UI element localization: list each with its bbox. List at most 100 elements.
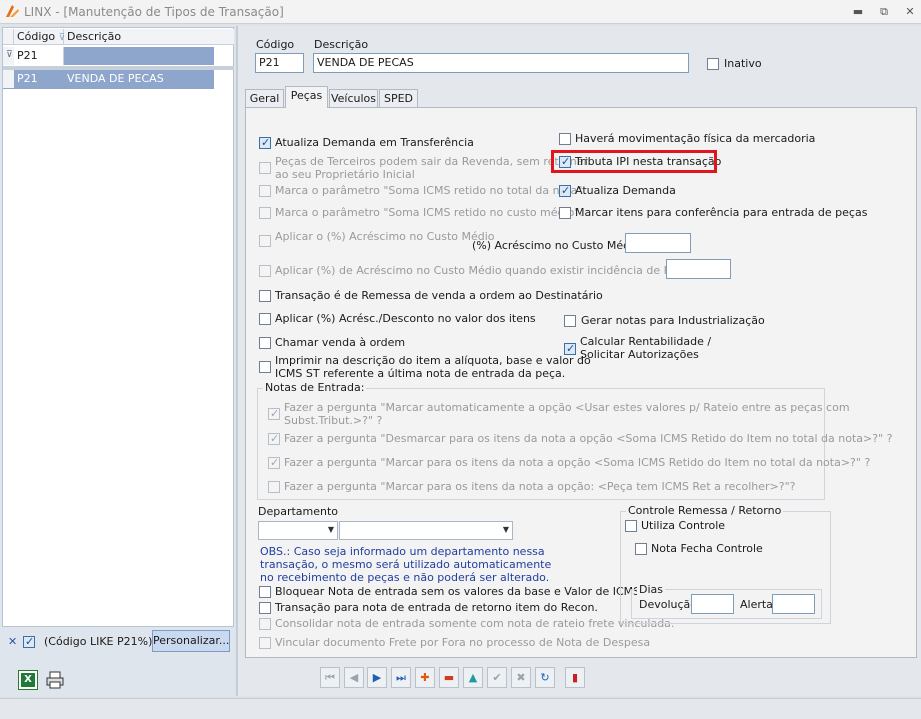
export-excel-button[interactable]: X [18,670,38,690]
notas-entrada-title: Notas de Entrada: [263,381,367,394]
calcular-rentabilidade-checkbox[interactable] [564,342,576,355]
vincular-frete-checkbox[interactable] [259,637,271,649]
chamar-venda-ordem-checkbox[interactable] [259,337,271,349]
acrescimo-pis-cofins-checkbox[interactable] [259,265,271,277]
highlight-box [551,150,717,173]
aplicar-acrescimo-checkbox[interactable] [259,235,271,247]
atualiza-demanda-label: Atualiza Demanda [575,184,676,197]
utiliza-controle-checkbox[interactable] [625,520,637,532]
gerar-industrializacao-checkbox[interactable] [564,315,576,327]
grid-header-codigo[interactable]: Código ⊽ [14,29,65,45]
alerta-input[interactable] [772,594,815,614]
filter-text[interactable]: (Código LIKE P21%) [44,635,152,648]
codigo-input[interactable]: P21 [255,53,304,73]
clear-filter-icon[interactable]: ✕ [8,635,17,648]
tab-veiculos[interactable]: Veículos [329,89,378,108]
dias-title: Dias [637,583,665,596]
next-record-button[interactable]: ▶ [367,667,387,688]
codigo-label: Código [256,38,295,51]
imprimir-aliquota-checkbox[interactable] [259,361,271,373]
acrescimo-custo-medio-input[interactable] [625,233,691,253]
soma-icms-custo-checkbox[interactable] [259,207,271,219]
marcar-conferencia-label: Marcar itens para conferência para entra… [575,206,868,219]
close-button[interactable]: ✕ [903,5,917,18]
customize-button[interactable]: Personalizar... [152,630,230,652]
exit-button[interactable]: ▮ [565,667,585,688]
marcar-conferencia-checkbox[interactable] [559,207,571,219]
movimentacao-fisica-label: Haverá movimentação física da mercadoria [575,132,816,145]
insert-button[interactable]: ✚ [415,667,435,688]
acrescimo-custo-medio-label: (%) Acréscimo no Custo Médio: [472,239,644,252]
remessa-venda-ordem-checkbox[interactable] [259,290,271,302]
filter-cell-codigo[interactable]: P21 [14,47,64,65]
refresh-icon: ↻ [540,671,550,684]
refresh-button[interactable]: ↻ [535,667,555,688]
aplicar-acrescimo-label: Aplicar o (%) Acréscimo no Custo Médio [275,230,495,243]
filter-row-icon: ⊽ [3,47,14,65]
pergunta-marcar-label: Fazer a pergunta "Marcar para os itens d… [284,456,871,469]
controle-remessa-title: Controle Remessa / Retorno [626,504,784,517]
first-record-button[interactable]: ⏮ [320,667,340,688]
acrescimo-pis-cofins-input[interactable] [666,259,731,279]
row-cell-codigo: P21 [17,72,38,85]
pergunta-rateio-checkbox[interactable] [268,407,280,420]
last-record-button[interactable]: ⏭ [391,667,411,688]
soma-icms-total-label: Marca o parâmetro "Soma ICMS retido no t… [275,184,586,197]
departamento-label: Departamento [258,505,339,518]
consolidar-nota-checkbox[interactable] [259,618,271,630]
atualiza-demanda-checkbox[interactable] [559,184,571,197]
calcular-rentabilidade-label-line2: Solicitar Autorizações [580,348,699,361]
inativo-checkbox[interactable] [707,58,719,70]
obs-line-3: no recebimento de peças e não poderá ser… [260,571,550,584]
cancel-button[interactable]: ✖ [511,667,531,688]
records-grid[interactable]: Código ⊽ Descrição ⊽ P21 P21 VENDA DE PE… [2,27,234,627]
tab-sped[interactable]: SPED [379,89,418,108]
edit-button[interactable]: ▲ [463,667,483,688]
departamento-code-combo[interactable]: ▼ [258,521,338,540]
soma-icms-total-checkbox[interactable] [259,185,271,197]
movimentacao-fisica-checkbox[interactable] [559,133,571,145]
excel-icon: X [21,673,35,687]
tab-geral[interactable]: Geral [245,89,284,108]
minimize-button[interactable]: ▬ [851,5,865,18]
pergunta-desmarcar-checkbox[interactable] [268,432,280,445]
bloquear-nota-checkbox[interactable] [259,586,271,598]
tab-pecas[interactable]: Peças [285,86,328,108]
acresc-desconto-checkbox[interactable] [259,313,271,325]
bloquear-nota-label: Bloquear Nota de entrada sem os valores … [275,585,660,598]
devolucao-input[interactable] [691,594,734,614]
delete-button[interactable]: ▬ [439,667,459,688]
pergunta-marcar-checkbox[interactable] [268,456,280,469]
prior-record-button[interactable]: ◀ [344,667,364,688]
departamento-desc-combo[interactable]: ▼ [339,521,513,540]
nota-fecha-controle-checkbox[interactable] [635,543,647,555]
descricao-input[interactable]: VENDA DE PECAS [313,53,689,73]
retorno-recon-checkbox[interactable] [259,602,271,614]
nota-fecha-controle-label: Nota Fecha Controle [651,542,763,555]
retorno-recon-label: Transação para nota de entrada de retorn… [275,601,598,614]
restore-button[interactable]: ⧉ [877,5,891,18]
pecas-terceiros-checkbox[interactable] [259,162,271,174]
title-bar: LINX - [Manutenção de Tipos de Transação… [0,0,921,24]
printer-icon [46,671,64,689]
pergunta-icms-ret-checkbox[interactable] [268,481,280,493]
post-icon: ✔ [492,671,502,684]
alerta-label: Alerta [740,598,773,611]
vincular-frete-label: Vincular documento Frete por Fora no pro… [275,636,651,649]
pergunta-rateio-label: Fazer a pergunta "Marcar automaticamente… [284,401,850,414]
post-button[interactable]: ✔ [487,667,507,688]
pecas-terceiros-label-line2: ao seu Proprietário Inicial [275,168,415,181]
filter-panel: ✕ (Código LIKE P21%) Personalizar... [2,630,234,654]
atualiza-demanda-transferencia-checkbox[interactable] [259,136,271,149]
table-row[interactable]: P21 VENDA DE PECAS [3,70,214,89]
consolidar-nota-label: Consolidar nota de entrada somente com n… [275,617,675,630]
acrescimo-pis-cofins-label: Aplicar (%) de Acréscimo no Custo Médio … [275,264,721,277]
filter-cell-descricao[interactable] [64,47,214,65]
status-bar [0,698,921,719]
row-indicator [3,70,14,88]
filter-active-checkbox[interactable] [23,635,35,648]
first-record-icon: ⏮ [325,671,335,684]
print-button[interactable] [45,670,65,690]
imprimir-aliquota-label: Imprimir na descrição do item a alíquota… [275,354,591,367]
grid-header-descricao[interactable]: Descrição [64,29,234,45]
